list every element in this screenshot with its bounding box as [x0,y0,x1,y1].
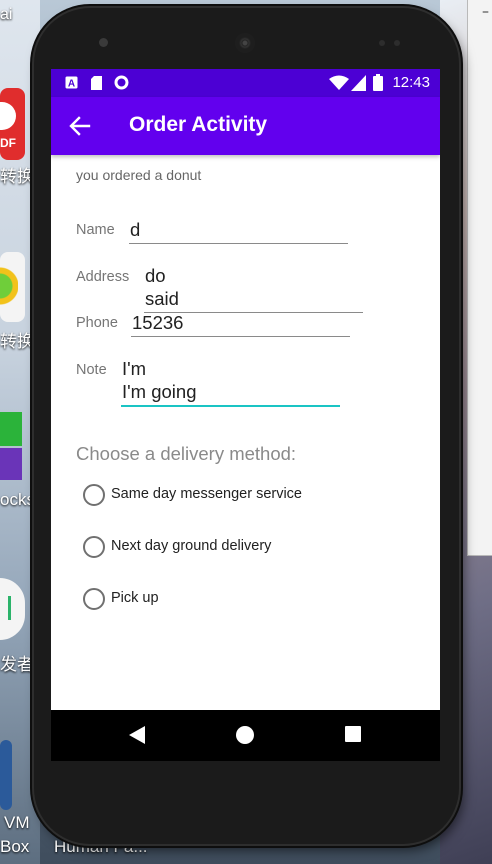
phone-field[interactable]: 15236 [132,311,183,334]
blocks-icon-green [0,412,22,446]
name-label: Name [76,222,115,238]
blocks-app-icon[interactable] [0,412,25,482]
name-field-underline [129,243,348,244]
address-field-line1[interactable]: do [145,264,166,287]
page-title: Order Activity [129,113,268,136]
radio-label: Pick up [111,590,159,606]
radio-label: Same day messenger service [111,486,302,502]
window-dash: – [482,4,489,20]
status-bar: A x 12:43 [51,69,440,97]
wifi-icon: x [329,75,349,91]
background-window[interactable]: – [467,0,492,556]
battery-icon [373,74,383,91]
desktop-label-2: 转换 [0,332,34,351]
phone-field-underline [131,336,350,337]
svg-text:x: x [341,85,345,91]
radio-label: Next day ground delivery [111,538,272,554]
arrow-back-icon[interactable] [69,115,91,137]
delivery-heading: Choose a delivery method: [76,443,297,464]
name-field[interactable]: d [130,218,140,241]
radio-circle-icon[interactable] [83,484,105,506]
taskbar-vm-label: VM [4,813,30,832]
pdf-icon-shape [0,102,16,130]
blocks-icon-purple [0,448,22,480]
note-field-underline-focused [121,405,340,407]
taskbar-box-label: Box [0,837,30,856]
order-message: you ordered a donut [76,167,202,183]
svg-text:A: A [68,79,75,90]
converter-icon-shape [0,266,18,306]
note-field-line1[interactable]: I'm [122,357,146,380]
phone-screen: A x 12:43 Order Activity you ordered a d… [51,69,440,761]
phone-label: Phone [76,315,118,331]
circle-notification-icon [114,75,129,90]
note-field-line2[interactable]: I'm going [122,380,197,403]
radio-circle-icon[interactable] [83,588,105,610]
signal-icon [351,75,366,91]
pdf-app-icon[interactable]: DF [0,88,25,160]
pdf-icon-text: DF [0,136,16,150]
virtualbox-app-icon[interactable] [0,740,12,810]
navigation-bar [51,710,440,761]
devtools-icon-shape [8,596,19,620]
back-triangle-icon[interactable] [129,726,145,744]
status-time: 12:43 [392,74,430,91]
address-field-line2[interactable]: said [145,287,179,310]
desktop-top-text: ai [0,6,13,23]
home-circle-icon[interactable] [236,726,254,744]
converter-app-icon[interactable] [0,252,25,322]
desktop-label-3: ocks [0,490,35,509]
earpiece-speaker [235,33,255,53]
note-label: Note [76,362,107,378]
light-sensor [394,40,400,46]
sd-card-icon [91,76,102,90]
a-notification-icon: A [65,76,78,89]
radio-circle-icon[interactable] [83,536,105,558]
desktop-label-1: 转换 [0,167,34,186]
front-camera [99,38,108,47]
address-label: Address [76,269,130,285]
recents-square-icon[interactable] [345,726,361,742]
app-bar: Order Activity [51,97,440,155]
proximity-sensor [379,40,385,46]
